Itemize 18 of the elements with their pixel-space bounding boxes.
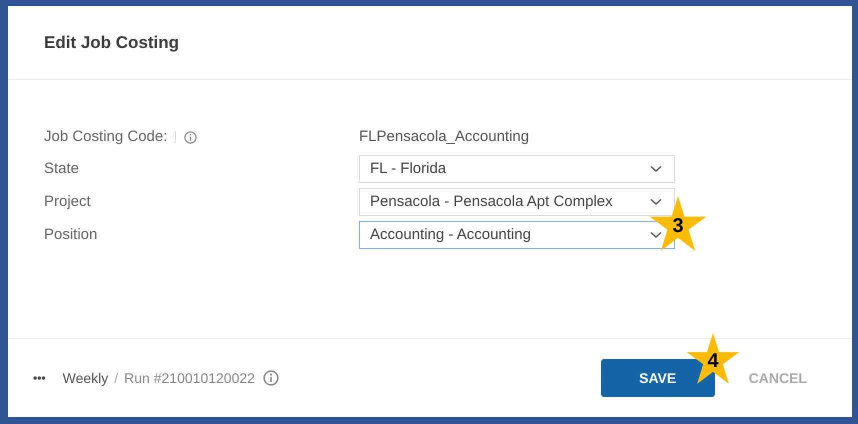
breadcrumb-separator: / <box>114 368 118 388</box>
field-label: Job Costing Code: <box>44 126 168 147</box>
run-number: Run #210010120022 <box>124 368 255 388</box>
field-value: FLPensacola_Accounting <box>359 126 530 147</box>
field-label: Project <box>44 192 92 212</box>
chevron-down-icon <box>650 165 662 173</box>
field-label: State <box>44 158 80 179</box>
dialog-title: Edit Job Costing <box>44 32 180 54</box>
info-icon[interactable] <box>262 370 279 386</box>
more-button[interactable]: ••• <box>33 369 46 387</box>
chevron-down-icon <box>650 198 662 206</box>
info-icon[interactable] <box>184 130 198 144</box>
breadcrumb-link[interactable]: Weekly <box>62 368 108 388</box>
star-callout: 4 <box>684 333 742 385</box>
select-field[interactable]: Pensacola - Pensacola Apt Complex <box>359 188 675 216</box>
field-label: Position <box>44 224 98 245</box>
chevron-down-icon <box>650 231 662 239</box>
select-field[interactable]: FL - Florida <box>359 155 675 183</box>
